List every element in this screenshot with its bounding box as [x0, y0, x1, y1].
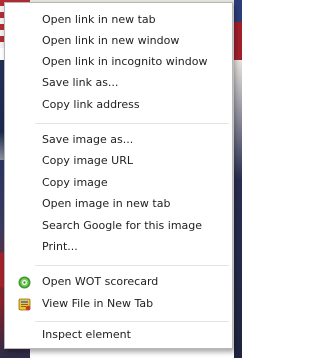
menu-item-label: View File in New Tab — [42, 297, 154, 310]
menu-item-open-link-new-tab[interactable]: Open link in new tab — [5, 10, 232, 30]
menu-separator — [35, 321, 229, 322]
menu-item-label: Save link as... — [42, 76, 119, 89]
menu-item-copy-image[interactable]: Copy image — [5, 173, 232, 193]
menu-item-label: Search Google for this image — [42, 219, 203, 232]
menu-item-label: Open WOT scorecard — [42, 275, 159, 288]
menu-item-label: Inspect element — [42, 328, 131, 341]
menu-item-label: Open image in new tab — [42, 197, 171, 210]
menu-item-open-link-incognito[interactable]: Open link in incognito window — [5, 52, 232, 72]
menu-item-label: Print... — [42, 240, 78, 253]
menu-item-open-wot-scorecard[interactable]: Open WOT scorecard — [5, 272, 232, 292]
background-flag-image-right — [234, 0, 242, 60]
menu-item-label: Open link in new window — [42, 34, 180, 47]
menu-item-open-image-new-tab[interactable]: Open image in new tab — [5, 194, 232, 214]
wot-icon — [18, 276, 31, 289]
menu-item-save-image-as[interactable]: Save image as... — [5, 130, 232, 150]
menu-item-copy-image-url[interactable]: Copy image URL — [5, 151, 232, 171]
menu-item-label: Copy image URL — [42, 154, 133, 167]
menu-item-label: Save image as... — [42, 133, 134, 146]
view-file-icon — [18, 298, 31, 311]
menu-item-label: Open link in incognito window — [42, 55, 208, 68]
menu-item-label: Copy image — [42, 176, 108, 189]
menu-item-copy-link-address[interactable]: Copy link address — [5, 95, 232, 115]
menu-item-search-google-image[interactable]: Search Google for this image — [5, 216, 232, 236]
menu-item-inspect-element[interactable]: Inspect element — [5, 325, 232, 345]
menu-item-save-link-as[interactable]: Save link as... — [5, 73, 232, 93]
menu-item-open-link-new-window[interactable]: Open link in new window — [5, 31, 232, 51]
background-image-right — [234, 60, 242, 358]
menu-separator — [35, 123, 229, 124]
context-menu: Open link in new tab Open link in new wi… — [4, 2, 233, 349]
menu-separator — [35, 265, 229, 266]
menu-item-view-file-new-tab[interactable]: View File in New Tab — [5, 294, 232, 314]
menu-item-label: Open link in new tab — [42, 13, 156, 26]
menu-item-print[interactable]: Print... — [5, 237, 232, 257]
menu-item-label: Copy link address — [42, 98, 140, 111]
